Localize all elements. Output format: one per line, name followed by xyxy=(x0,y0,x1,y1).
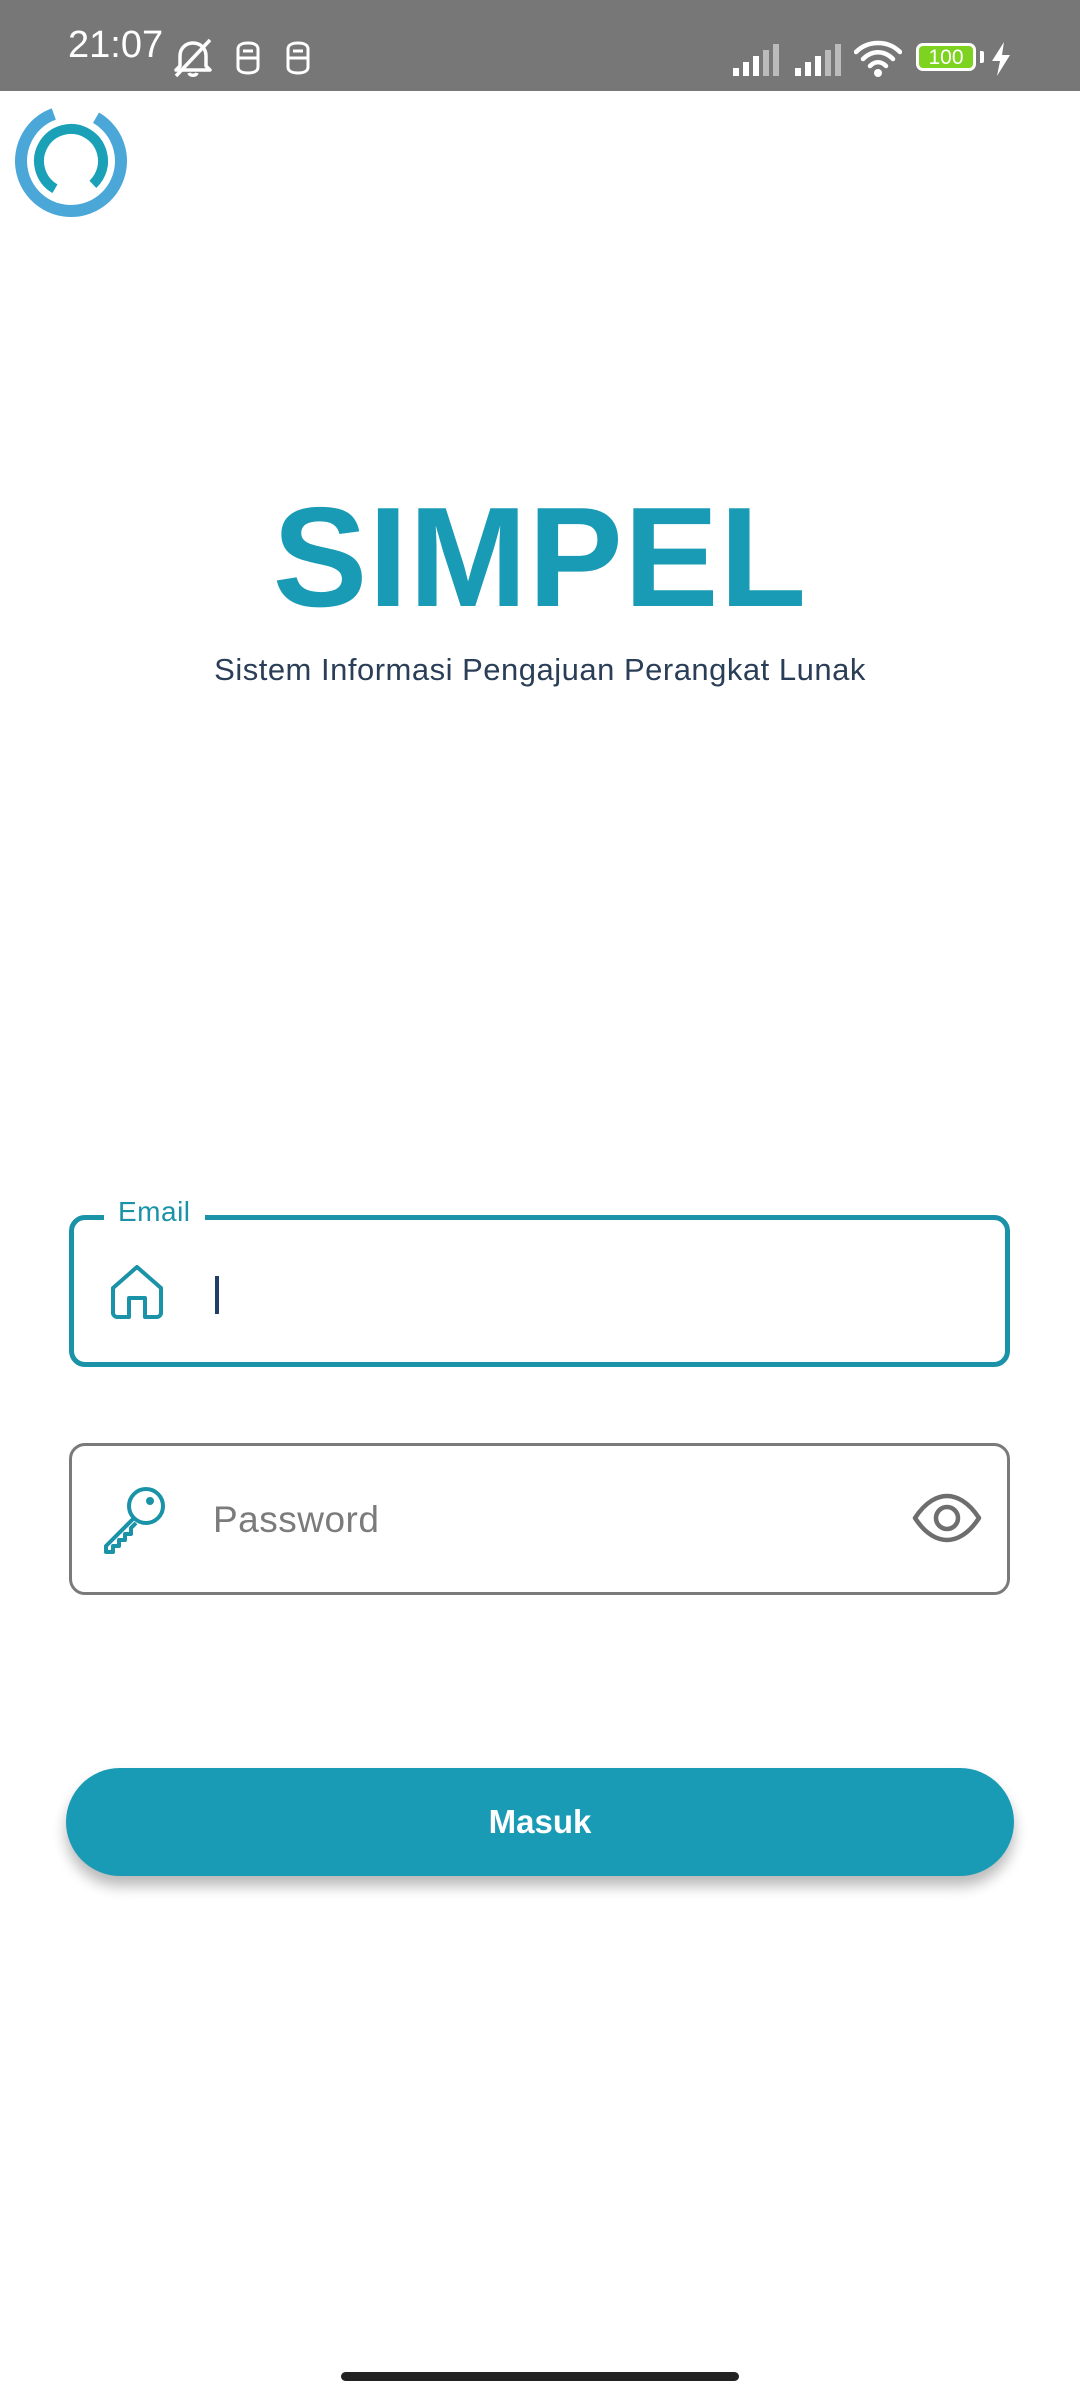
app-logo-icon xyxy=(14,105,127,217)
email-field[interactable]: Email xyxy=(69,1193,1010,1367)
signal-icon xyxy=(733,44,779,76)
sim-icon xyxy=(286,41,310,75)
status-time: 21:07 xyxy=(68,24,164,66)
mute-bell-icon xyxy=(174,38,212,78)
signal-icon xyxy=(795,44,841,76)
app-subtitle: Sistem Informasi Pengajuan Perangkat Lun… xyxy=(214,652,866,687)
app-title: SIMPEL xyxy=(272,478,808,637)
battery-cap xyxy=(980,51,984,63)
text-cursor xyxy=(215,1276,219,1314)
home-indicator[interactable] xyxy=(341,2372,739,2381)
battery-level: 100 xyxy=(928,46,964,69)
login-screen: 21:07 100 SIMPEL Sistem Informasi Pengaj… xyxy=(0,0,1080,2400)
wifi-icon xyxy=(854,40,902,77)
password-placeholder: Password xyxy=(213,1499,380,1540)
sim-icon xyxy=(236,41,260,75)
status-bar: 21:07 100 xyxy=(0,0,1080,91)
eye-icon[interactable] xyxy=(912,1493,982,1543)
login-button[interactable]: Masuk xyxy=(66,1768,1014,1876)
charging-icon xyxy=(992,42,1010,76)
password-field[interactable]: Password xyxy=(69,1443,1010,1595)
battery-icon: 100 xyxy=(916,43,976,71)
home-icon xyxy=(111,1265,163,1319)
key-icon xyxy=(104,1487,165,1554)
email-label: Email xyxy=(104,1193,205,1231)
